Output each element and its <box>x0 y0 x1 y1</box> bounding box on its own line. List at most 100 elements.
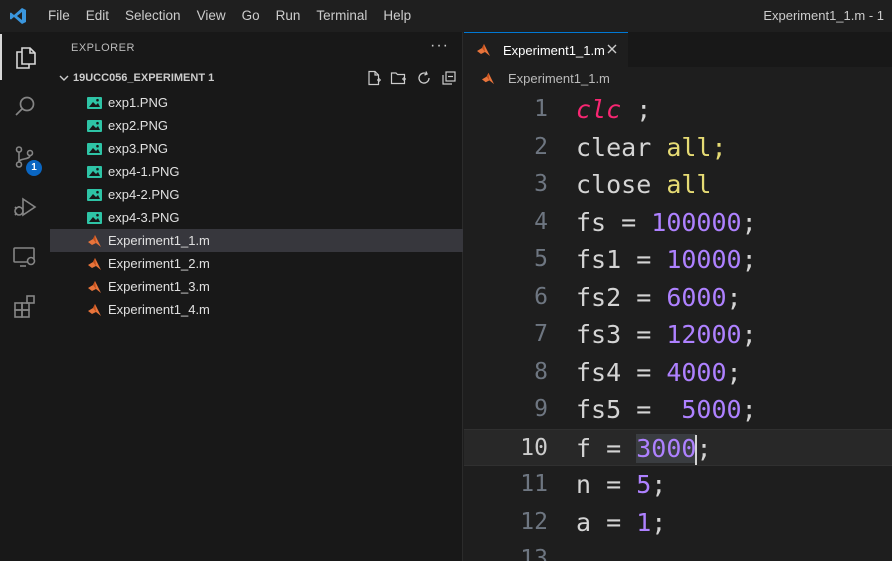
code-token: 100000 <box>651 207 742 237</box>
tab-label: Experiment1_1.m <box>503 42 605 58</box>
code-line[interactable]: 2 clear all; <box>464 129 892 167</box>
close-icon[interactable] <box>604 41 620 57</box>
search-icon[interactable] <box>0 84 50 130</box>
code-token: 1 <box>636 507 652 537</box>
tab-bar: Experiment1_1.m <box>464 32 892 67</box>
code-token: fs3 = <box>576 320 667 349</box>
file-label: Experiment1_1.m <box>108 233 210 248</box>
code-line[interactable]: 13 <box>464 541 892 561</box>
file-list: exp1.PNG exp2.PNG exp3.PNG exp4-1.PNG ex… <box>50 91 463 321</box>
vscode-logo-icon <box>0 0 36 32</box>
line-number: 12 <box>520 508 548 535</box>
breadcrumb-item[interactable]: Experiment1_1.m <box>508 71 610 86</box>
matlab-file-icon <box>86 302 102 318</box>
image-file-icon <box>86 164 102 180</box>
menu-file[interactable]: File <box>40 0 78 32</box>
file-item-exp1-png[interactable]: exp1.PNG <box>50 91 463 114</box>
code-token: ; <box>621 95 652 124</box>
menu-go[interactable]: Go <box>234 0 268 32</box>
matlab-file-icon <box>86 279 102 295</box>
explorer-sidebar: EXPLORER ··· 19UCC056_EXPERIMENT 1 exp1.… <box>50 32 463 561</box>
file-item-experiment1-2-m[interactable]: Experiment1_2.m <box>50 252 463 275</box>
file-item-exp4-3-png[interactable]: exp4-3.PNG <box>50 206 463 229</box>
code-token: close <box>576 170 667 199</box>
code-token: ; <box>741 245 757 274</box>
file-item-experiment1-3-m[interactable]: Experiment1_3.m <box>50 275 463 298</box>
tab-experiment1-1-m[interactable]: Experiment1_1.m <box>464 32 628 67</box>
file-item-exp4-1-png[interactable]: exp4-1.PNG <box>50 160 463 183</box>
file-item-exp3-png[interactable]: exp3.PNG <box>50 137 463 160</box>
code-token: 4000 <box>666 357 727 387</box>
title-bar: File Edit Selection View Go Run Terminal… <box>0 0 892 32</box>
image-file-icon <box>86 118 102 134</box>
code-text: fs2 = 6000; <box>576 279 742 317</box>
code-line[interactable]: 7 fs3 = 12000; <box>464 316 892 354</box>
code-token: ; <box>726 282 742 312</box>
line-number: 3 <box>534 171 548 197</box>
folder-header[interactable]: 19UCC056_EXPERIMENT 1 <box>50 67 463 89</box>
code-text: fs = 100000; <box>576 204 757 242</box>
menu-view[interactable]: View <box>189 0 234 32</box>
folder-actions <box>365 67 457 89</box>
remote-explorer-icon[interactable] <box>0 234 50 280</box>
menu-terminal[interactable]: Terminal <box>308 0 375 32</box>
menu-edit[interactable]: Edit <box>78 0 117 32</box>
image-file-icon <box>86 141 102 157</box>
file-item-experiment1-4-m[interactable]: Experiment1_4.m <box>50 298 463 321</box>
code-token: all; <box>666 132 727 162</box>
line-number: 1 <box>534 96 548 122</box>
line-number: 6 <box>534 283 548 310</box>
new-folder-icon[interactable] <box>390 70 407 87</box>
file-item-experiment1-1-m[interactable]: Experiment1_1.m <box>50 229 463 252</box>
file-label: exp4-3.PNG <box>108 210 180 225</box>
code-line[interactable]: 12 a = 1; <box>464 504 892 542</box>
matlab-file-icon <box>480 70 496 86</box>
code-line[interactable]: 11 n = 5; <box>464 466 892 504</box>
file-label: exp4-1.PNG <box>108 164 180 179</box>
code-line[interactable]: 9 fs5 = 5000; <box>464 391 892 429</box>
explorer-icon[interactable] <box>0 34 50 80</box>
file-label: exp4-2.PNG <box>108 187 180 202</box>
code-token: fs = <box>576 207 652 237</box>
explorer-header: EXPLORER ··· <box>50 32 463 66</box>
code-editor[interactable]: 1 clc ; 2 clear all; 3 close all 4 fs = 100000;… <box>464 91 892 561</box>
menu-selection[interactable]: Selection <box>117 0 189 32</box>
chevron-down-icon[interactable] <box>52 72 72 84</box>
collapse-all-icon[interactable] <box>440 70 457 87</box>
code-token: all <box>666 170 712 199</box>
source-control-badge: 1 <box>26 160 42 176</box>
code-token: 10000 <box>666 245 742 274</box>
explorer-title: EXPLORER <box>71 42 135 54</box>
code-token: 5 <box>636 470 652 499</box>
code-text: f = 3000; <box>576 430 712 468</box>
code-token: fs5 = <box>576 395 682 424</box>
code-token: 6000 <box>666 282 727 312</box>
file-label: exp2.PNG <box>108 118 168 133</box>
file-item-exp4-2-png[interactable]: exp4-2.PNG <box>50 183 463 206</box>
code-line[interactable]: 4 fs = 100000; <box>464 204 892 242</box>
source-control-icon[interactable]: 1 <box>0 134 50 180</box>
code-line[interactable]: 10 f = 3000; <box>464 428 892 468</box>
extensions-icon[interactable] <box>0 284 50 330</box>
window-title: Experiment1_1.m - 1 <box>763 8 884 23</box>
code-token: fs1 = <box>576 245 667 274</box>
run-debug-icon[interactable] <box>0 184 50 230</box>
refresh-icon[interactable] <box>415 70 432 87</box>
code-line[interactable]: 6 fs2 = 6000; <box>464 279 892 317</box>
more-actions-icon[interactable]: ··· <box>430 37 449 55</box>
code-token: n = <box>576 470 637 499</box>
image-file-icon <box>86 187 102 203</box>
code-line[interactable]: 5 fs1 = 10000; <box>464 241 892 279</box>
menu-help[interactable]: Help <box>375 0 419 32</box>
code-token: ; <box>651 470 667 499</box>
matlab-file-icon <box>86 233 102 249</box>
code-text: fs3 = 12000; <box>576 316 757 354</box>
line-number: 9 <box>534 396 548 422</box>
code-line[interactable]: 1 clc ; <box>464 91 892 129</box>
menu-run[interactable]: Run <box>268 0 309 32</box>
code-token: ; <box>741 320 757 349</box>
new-file-icon[interactable] <box>365 70 382 87</box>
code-line[interactable]: 3 close all <box>464 166 892 204</box>
file-item-exp2-png[interactable]: exp2.PNG <box>50 114 463 137</box>
code-line[interactable]: 8 fs4 = 4000; <box>464 354 892 392</box>
